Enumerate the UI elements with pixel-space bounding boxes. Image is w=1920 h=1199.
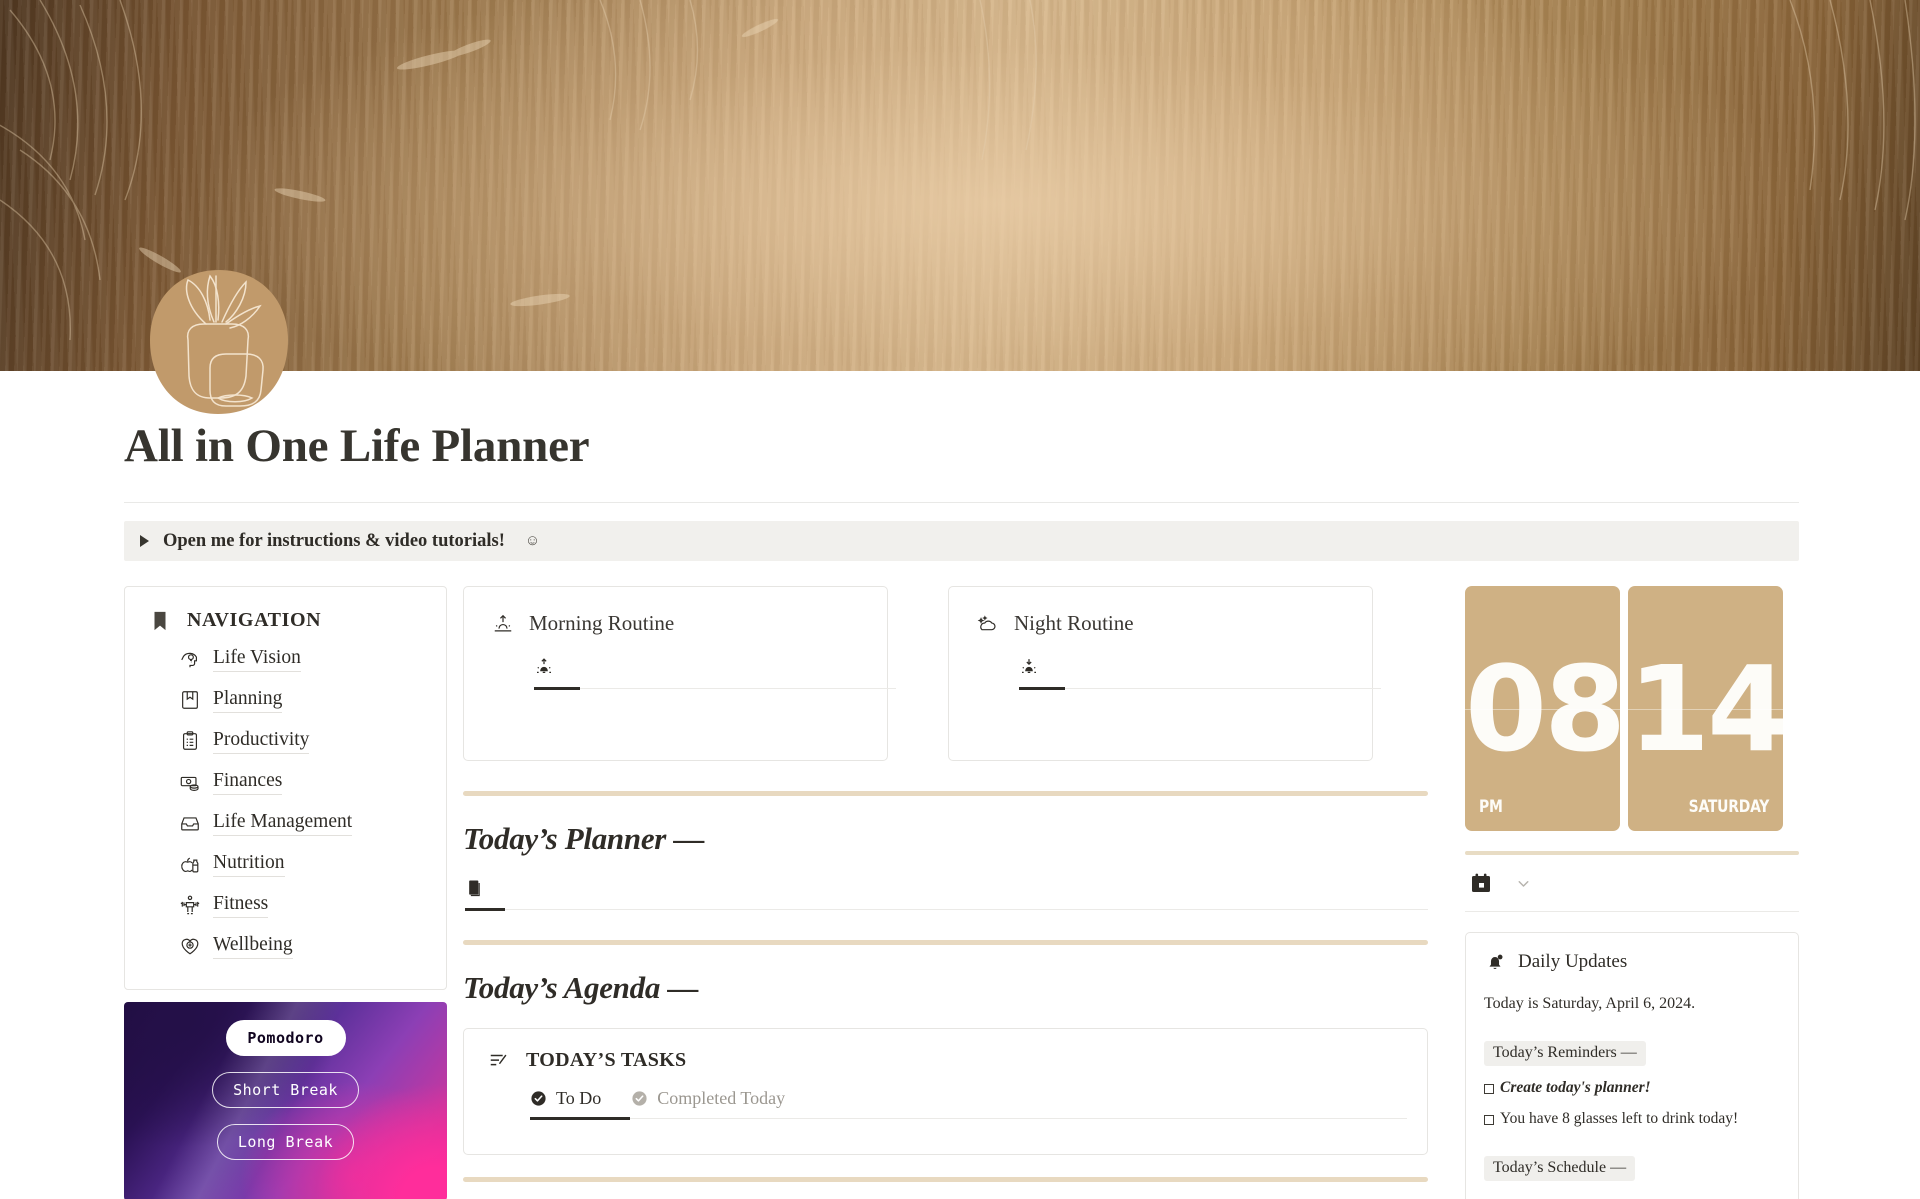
sidebar-item-productivity[interactable]: Productivity <box>179 727 422 755</box>
morning-routine-card[interactable]: Morning Routine <box>463 586 896 761</box>
money-coins-icon <box>180 776 199 791</box>
sidebar-item-label: Life Vision <box>213 646 301 673</box>
calendar-toggle-row[interactable] <box>1465 869 1783 897</box>
navigation-title: NAVIGATION <box>187 609 322 631</box>
reminder-text: Create today's planner! <box>1500 1079 1651 1096</box>
sidebar-item-label: Planning <box>213 687 283 714</box>
calendar-icon[interactable] <box>1469 871 1493 895</box>
pomodoro-tab-pomodoro[interactable]: Pomodoro <box>225 1020 346 1056</box>
schedule-label: Today’s Schedule — <box>1484 1156 1636 1181</box>
head-idea-icon <box>181 652 198 668</box>
morning-routine-tab-underline <box>534 687 896 690</box>
flip-seam <box>1465 708 1620 710</box>
divider-bar <box>463 1177 1428 1182</box>
pages-stack-icon[interactable] <box>465 877 485 899</box>
sidebar-item-life-management[interactable]: Life Management <box>179 809 422 837</box>
reminder-text: You have 8 glasses left to drink today! <box>1500 1110 1739 1127</box>
sunrise-small-icon[interactable] <box>534 657 554 677</box>
night-routine-title: Night Routine <box>1014 611 1134 635</box>
todays-planner-title: Today’s Planner — <box>463 821 705 856</box>
night-routine-card[interactable]: Night Routine <box>948 586 1381 761</box>
flip-seam <box>1628 708 1783 710</box>
chevron-down-icon[interactable] <box>1515 875 1532 892</box>
weightlifter-icon <box>180 895 200 915</box>
flip-clock-hour: 08 PM <box>1465 586 1620 831</box>
pomodoro-widget[interactable]: Pomodoro Short Break Long Break <box>124 1002 447 1199</box>
clipboard-checklist-icon <box>182 731 198 750</box>
morning-routine-title: Morning Routine <box>529 611 675 635</box>
sidebar-item-label: Life Management <box>213 810 353 837</box>
tab-to-do-label: To Do <box>556 1088 602 1108</box>
inbox-tray-icon <box>181 817 199 831</box>
instructions-toggle-label: Open me for instructions & video tutoria… <box>163 530 505 551</box>
main-column: Morning Routine Night Routine Today’s Pl… <box>447 586 1449 1182</box>
daily-updates-title: Daily Updates <box>1518 951 1628 972</box>
divider-bar <box>463 791 1428 796</box>
todays-tasks-title: TODAY’S TASKS <box>526 1049 687 1071</box>
check-circle-grey-icon <box>632 1091 647 1106</box>
flip-clock-weekday: SATURDAY <box>1688 797 1770 817</box>
sidebar-item-label: Finances <box>213 769 283 796</box>
sidebar-item-fitness[interactable]: Fitness <box>179 891 422 919</box>
reminder-item[interactable]: You have 8 glasses left to drink today! <box>1484 1110 1780 1128</box>
left-column: NAVIGATION Life Vision Planning Producti… <box>124 586 447 1199</box>
right-divider-bar <box>1465 851 1799 855</box>
divider-bar <box>463 940 1428 945</box>
tasks-tab-underline <box>530 1117 1407 1120</box>
sidebar-item-label: Fitness <box>213 892 269 919</box>
pomodoro-tab-long-break[interactable]: Long Break <box>216 1124 355 1160</box>
sidebar-item-life-vision[interactable]: Life Vision <box>179 645 422 673</box>
pomodoro-tab-short-break[interactable]: Short Break <box>212 1072 359 1108</box>
flip-clock-date: 14 SATURDAY <box>1628 586 1783 831</box>
list-pencil-icon <box>490 1054 507 1065</box>
reminder-item[interactable]: Create today's planner! <box>1484 1079 1780 1097</box>
tab-to-do[interactable]: To Do <box>530 1088 601 1109</box>
todays-agenda-title: Today’s Agenda — <box>463 970 699 1005</box>
flip-clock: 08 PM 14 SATURDAY <box>1465 586 1783 831</box>
night-routine-tab-underline <box>1019 687 1381 690</box>
reminders-label: Today’s Reminders — <box>1484 1041 1646 1066</box>
navigation-header: NAVIGATION <box>149 609 422 632</box>
bookmark-icon <box>154 611 166 630</box>
navigation-card: NAVIGATION Life Vision Planning Producti… <box>124 586 447 990</box>
heart-plus-icon <box>181 938 199 955</box>
sunrise-icon <box>494 614 512 631</box>
daily-updates-card: Daily Updates Today is Saturday, April 6… <box>1465 932 1799 1199</box>
moon-cloud-icon <box>977 614 996 630</box>
planner-tab-underline <box>465 908 1428 911</box>
check-circle-filled-icon <box>531 1091 546 1106</box>
daily-updates-date: Today is Saturday, April 6, 2024. <box>1484 995 1696 1012</box>
instructions-toggle[interactable]: Open me for instructions & video tutoria… <box>124 521 1799 561</box>
checkbox-unchecked-icon[interactable] <box>1484 1084 1494 1094</box>
triangle-right-icon[interactable] <box>140 535 149 547</box>
sidebar-item-finances[interactable]: Finances <box>179 768 422 796</box>
todays-tasks-card: TODAY’S TASKS To Do Completed Today <box>463 1028 1428 1155</box>
tab-completed-today-label: Completed Today <box>657 1088 786 1108</box>
bell-notification-icon <box>1489 954 1503 970</box>
flip-clock-meridiem: PM <box>1479 797 1503 817</box>
right-column: 08 PM 14 SATURDAY Daily Updates Today is… <box>1449 586 1799 1199</box>
routine-cards: Morning Routine Night Routine <box>463 586 1449 761</box>
apple-bottle-icon <box>181 857 199 873</box>
checkbox-unchecked-icon[interactable] <box>1484 1115 1494 1125</box>
page-title: All in One Life Planner <box>124 420 590 472</box>
sidebar-item-planning[interactable]: Planning <box>179 686 422 714</box>
sidebar-item-label: Nutrition <box>213 851 285 878</box>
tab-completed-today[interactable]: Completed Today <box>631 1088 785 1109</box>
smiley-icon: ☺ <box>524 532 541 549</box>
sunset-small-icon[interactable] <box>1019 657 1039 677</box>
vase-plant-logo-icon <box>150 270 288 414</box>
sidebar-item-label: Wellbeing <box>213 933 293 960</box>
title-divider <box>124 502 1799 503</box>
calendar-divider <box>1465 911 1799 912</box>
book-bookmark-icon <box>182 691 198 709</box>
sidebar-item-nutrition[interactable]: Nutrition <box>179 850 422 878</box>
sidebar-item-wellbeing[interactable]: Wellbeing <box>179 932 422 960</box>
sidebar-item-label: Productivity <box>213 728 310 755</box>
